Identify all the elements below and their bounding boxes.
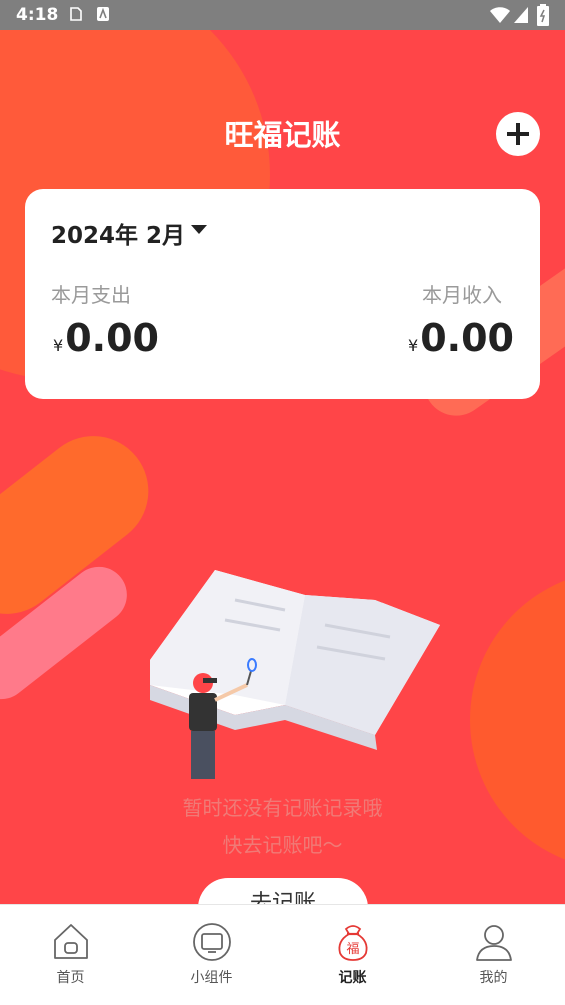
currency-symbol: ¥: [408, 336, 419, 355]
wifi-icon: [490, 7, 510, 23]
empty-state-message: 暂时还没有记账记录哦: [182, 796, 383, 820]
status-bar: 4:18: [0, 0, 565, 30]
lucky-bag-glyph: 福: [346, 942, 359, 957]
tab-widgets[interactable]: 小组件: [141, 905, 282, 1005]
notification-icon: [70, 7, 82, 21]
tab-mine[interactable]: 我的: [423, 905, 564, 1005]
plus-icon: [507, 123, 529, 145]
tab-mine-label: 我的: [479, 970, 508, 986]
home-icon: [53, 924, 88, 959]
bottom-tab-bar: 首页 小组件 福 记账 我的: [0, 904, 565, 1005]
expense-amount: ¥0.00: [53, 316, 159, 360]
widget-icon: [192, 923, 231, 961]
expense-label: 本月支出: [51, 283, 131, 307]
signal-icon: [514, 7, 528, 23]
currency-symbol: ¥: [53, 336, 64, 355]
month-selector-label[interactable]: 2024年 2月: [51, 216, 185, 250]
page-title: 旺福记账: [224, 118, 341, 152]
expense-value: 0.00: [65, 316, 159, 360]
book-illustration: [150, 570, 440, 779]
chevron-down-icon[interactable]: [191, 225, 207, 234]
app-notification-icon: [97, 7, 109, 21]
tab-home[interactable]: 首页: [0, 905, 141, 1005]
battery-icon: [537, 4, 549, 26]
header-background: [0, 30, 565, 904]
tab-bookkeeping[interactable]: 福 记账: [282, 905, 423, 1005]
decor-circle-right: [470, 570, 565, 870]
status-time: 4:18: [16, 5, 59, 25]
income-label: 本月收入: [422, 283, 502, 307]
monthly-summary-card: 2024年 2月 本月支出 本月收入 ¥0.00 ¥0.00: [25, 189, 540, 399]
tab-widgets-label: 小组件: [190, 970, 233, 986]
add-button[interactable]: [496, 112, 540, 156]
tab-bookkeeping-label: 记账: [338, 970, 367, 986]
income-amount: ¥0.00: [408, 316, 514, 360]
empty-state-hint: 快去记账吧～: [222, 833, 343, 857]
lucky-bag-icon: 福: [338, 925, 367, 961]
user-icon: [475, 925, 512, 961]
tab-home-label: 首页: [56, 970, 85, 986]
income-value: 0.00: [420, 316, 514, 360]
